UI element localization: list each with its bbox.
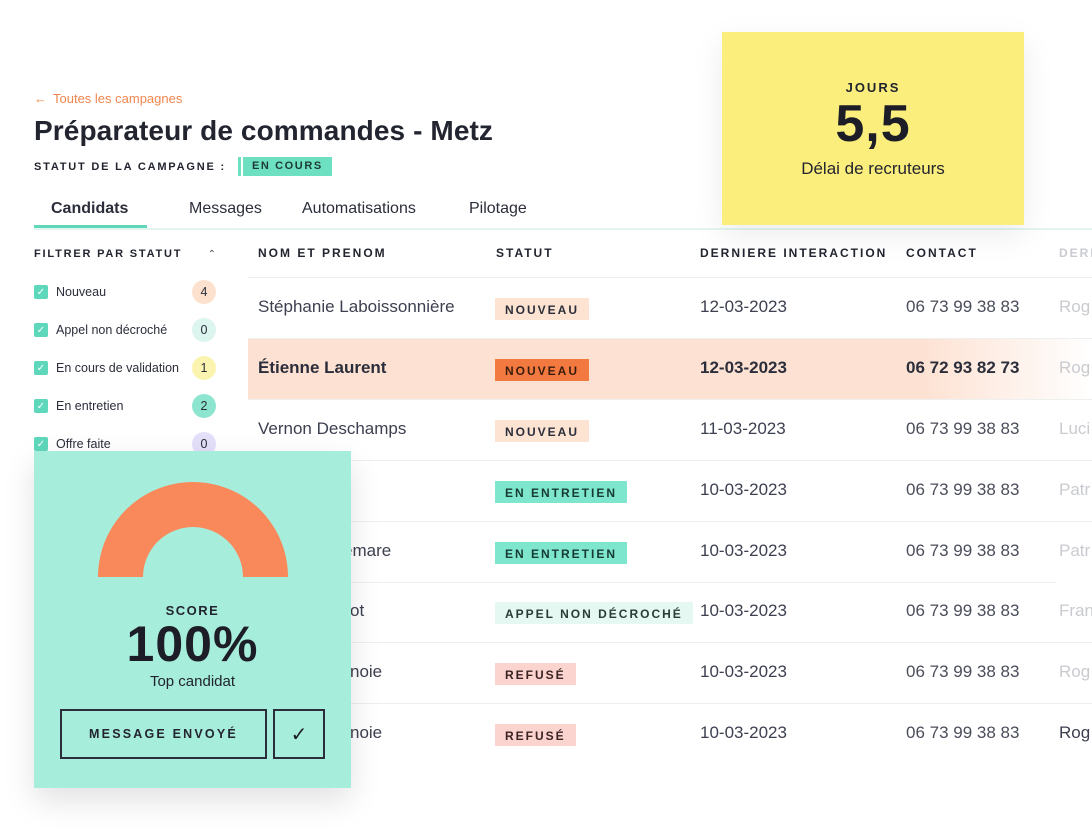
status-badge: APPEL NON DÉCROCHÉ: [495, 602, 693, 624]
last-contact-cell: Rog: [1059, 723, 1091, 742]
last-interaction-date: 11-03-2023: [700, 419, 786, 438]
filter-header[interactable]: FILTRER PAR STATUT ⌃: [34, 248, 216, 260]
column-header[interactable]: DERNIERE INTERACTION: [700, 246, 887, 260]
filter-item-label: Offre faite: [56, 437, 111, 451]
status-badge: REFUSÉ: [495, 663, 576, 685]
status-badge: EN ENTRETIEN: [495, 481, 628, 503]
last-contact-cell: Patr: [1059, 480, 1091, 499]
row-divider: [248, 399, 1092, 400]
filter-item-label: En entretien: [56, 399, 124, 413]
tab-pilotage[interactable]: Pilotage: [469, 200, 527, 218]
candidate-name[interactable]: Vernon Deschamps: [258, 419, 406, 439]
tab-candidats[interactable]: Candidats: [51, 200, 128, 218]
active-tab-indicator: [34, 225, 147, 228]
filter-item-count: 1: [192, 356, 216, 380]
delay-value: 5,5: [835, 95, 911, 153]
filter-item-count: 4: [192, 280, 216, 304]
candidate-name[interactable]: noie: [350, 662, 382, 682]
candidate-name[interactable]: Étienne Laurent: [258, 358, 386, 378]
recruiter-delay-card: JOURS 5,5 Délai de recruteurs: [722, 32, 1024, 225]
status-badge: REFUSÉ: [495, 724, 576, 746]
last-contact-cell: Patr: [1059, 541, 1091, 560]
message-sent-button[interactable]: MESSAGE ENVOYÉ: [60, 709, 267, 759]
tab-automatisations[interactable]: Automatisations: [302, 200, 416, 218]
contact-phone[interactable]: 06 73 99 38 83: [906, 541, 1019, 561]
checkbox-checked-icon[interactable]: ✓: [34, 361, 48, 375]
checkbox-checked-icon[interactable]: ✓: [34, 399, 48, 413]
score-card: SCORE 100% Top candidat MESSAGE ENVOYÉ ✓: [34, 451, 351, 788]
score-caption: Top candidat: [149, 673, 236, 690]
last-interaction-date: 10-03-2023: [700, 662, 787, 681]
candidate-name[interactable]: ot: [350, 601, 364, 621]
contact-phone[interactable]: 06 73 99 38 83: [906, 723, 1019, 743]
last-interaction-date: 10-03-2023: [700, 541, 787, 560]
contact-phone[interactable]: 06 73 99 38 83: [906, 601, 1019, 621]
filter-item[interactable]: ✓ Appel non décroché 0: [34, 318, 216, 342]
last-contact-cell: Fran: [1059, 601, 1092, 620]
check-icon: ✓: [290, 723, 308, 746]
tab-messages[interactable]: Messages: [189, 200, 262, 218]
filter-item[interactable]: ✓ Nouveau 4: [34, 280, 216, 304]
candidate-name[interactable]: Stéphanie Laboissonnière: [258, 297, 455, 317]
last-interaction-date: 10-03-2023: [700, 723, 787, 742]
filter-item-label: Appel non décroché: [56, 323, 168, 337]
filter-item-count: 2: [192, 394, 216, 418]
chevron-up-icon[interactable]: ⌃: [208, 249, 216, 260]
contact-phone[interactable]: 06 73 99 38 83: [906, 419, 1019, 439]
arrow-left-icon: ←: [34, 91, 47, 106]
delay-label: JOURS: [845, 80, 901, 95]
checkbox-checked-icon[interactable]: ✓: [34, 285, 48, 299]
status-badge-text: EN COURS: [242, 157, 332, 176]
row-divider: [248, 642, 1092, 643]
score-value: 100%: [126, 616, 259, 672]
filter-item-count: 0: [192, 318, 216, 342]
status-badge-bar: [237, 157, 241, 176]
contact-phone[interactable]: 06 73 99 38 83: [906, 297, 1019, 317]
check-button[interactable]: ✓: [273, 709, 325, 759]
row-divider: [248, 338, 1092, 339]
filter-item-label: En cours de validation: [56, 361, 179, 375]
score-gauge-arc: [98, 482, 288, 577]
column-header[interactable]: STATUT: [496, 246, 554, 260]
back-link-label: Toutes les campagnes: [53, 91, 183, 106]
last-interaction-date: 12-03-2023: [700, 297, 787, 316]
row-divider: [248, 277, 1092, 278]
last-interaction-date: 12-03-2023: [700, 358, 787, 377]
candidate-name[interactable]: noie: [350, 723, 382, 743]
row-divider: [248, 460, 1092, 461]
last-contact-cell: Luci: [1059, 419, 1091, 438]
contact-phone[interactable]: 06 72 93 82 73: [906, 358, 1019, 378]
checkbox-checked-icon[interactable]: ✓: [34, 437, 48, 451]
last-contact-cell: Rog: [1059, 358, 1091, 377]
campaign-status-label: STATUT DE LA CAMPAGNE :: [34, 160, 226, 173]
status-badge: NOUVEAU: [495, 298, 590, 320]
status-badge: EN ENTRETIEN: [495, 542, 628, 564]
filter-title: FILTRER PAR STATUT: [34, 248, 183, 260]
checkbox-checked-icon[interactable]: ✓: [34, 323, 48, 337]
filter-item[interactable]: ✓ En entretien 2: [34, 394, 216, 418]
score-gauge: [98, 482, 288, 577]
last-interaction-date: 10-03-2023: [700, 601, 787, 620]
column-header[interactable]: NOM ET PRENOM: [258, 246, 387, 260]
row-divider: [248, 521, 1092, 522]
campaign-status-badge: EN COURS: [237, 157, 332, 176]
filter-item[interactable]: ✓ En cours de validation 1: [34, 356, 216, 380]
status-badge: NOUVEAU: [495, 359, 590, 381]
column-header[interactable]: DERN: [1059, 246, 1092, 260]
contact-phone[interactable]: 06 73 99 38 83: [906, 662, 1019, 682]
last-interaction-date: 10-03-2023: [700, 480, 787, 499]
status-badge: NOUVEAU: [495, 420, 590, 442]
row-divider: [248, 703, 1092, 704]
row-divider: [248, 582, 1056, 583]
campaign-status: STATUT DE LA CAMPAGNE : EN COURS: [34, 157, 332, 176]
contact-phone[interactable]: 06 73 99 38 83: [906, 480, 1019, 500]
last-contact-cell: Rog: [1059, 297, 1091, 316]
column-header[interactable]: CONTACT: [906, 246, 978, 260]
back-to-campaigns-link[interactable]: ← Toutes les campagnes: [34, 91, 182, 106]
filter-item-label: Nouveau: [56, 285, 107, 299]
page-title: Préparateur de commandes - Metz: [34, 115, 494, 146]
last-contact-cell: Rog: [1059, 662, 1091, 681]
delay-caption: Délai de recruteurs: [801, 159, 945, 178]
